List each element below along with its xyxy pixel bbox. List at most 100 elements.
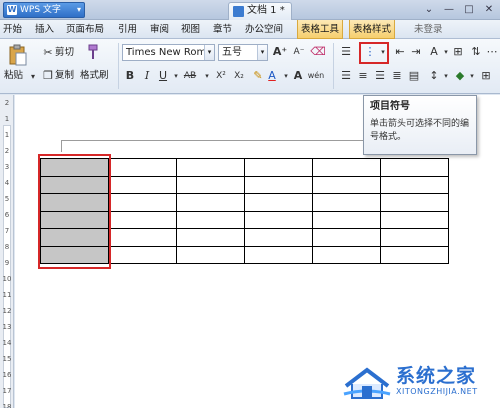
document-tab-label: 文档 1 * <box>247 5 285 16</box>
menu-chapter[interactable]: 章节 <box>213 20 232 39</box>
tooltip-title: 项目符号 <box>370 101 410 112</box>
table-cell[interactable] <box>244 228 313 247</box>
close-button[interactable]: ✕ <box>480 2 498 17</box>
ruler-tick-label: 14 <box>2 339 12 347</box>
increase-indent-icon[interactable]: ⇥ <box>408 44 424 60</box>
menu-insert[interactable]: 插入 <box>35 20 54 39</box>
menu-bar: 开始 插入 页面布局 引用 审阅 视图 章节 办公空间 表格工具 表格样式 未登… <box>0 20 500 39</box>
format-painter-button[interactable]: 格式刷 <box>80 69 109 83</box>
shrink-font-button[interactable]: A⁻ <box>291 44 307 60</box>
toolbar: 粘贴 ▾ ✂ 剪切 ❐ 复制 格式刷 Times New Roma ▾ 五号 ▾… <box>0 39 500 94</box>
table-cell[interactable] <box>380 210 449 229</box>
ruler-tick-label: 6 <box>4 211 10 219</box>
copy-button[interactable]: 复制 <box>55 69 74 83</box>
copy-icon[interactable]: ❐ <box>40 68 56 84</box>
paste-dropdown-icon[interactable]: ▾ <box>25 69 41 85</box>
table-cell[interactable] <box>380 193 449 212</box>
login-status[interactable]: 未登录 <box>414 20 443 39</box>
scissors-icon[interactable]: ✂ <box>40 45 56 61</box>
table-cell[interactable] <box>380 245 449 264</box>
bullet-list-icon[interactable]: ☰ <box>338 44 354 60</box>
cut-button[interactable]: 剪切 <box>55 46 74 60</box>
sort-icon[interactable]: ⇅ <box>468 44 484 60</box>
maximize-button[interactable]: □ <box>460 2 478 17</box>
table-cell[interactable] <box>108 158 177 177</box>
table-cell[interactable] <box>176 245 245 264</box>
table-cell[interactable] <box>244 245 313 264</box>
table-cell[interactable] <box>312 228 381 247</box>
decrease-indent-icon[interactable]: ⇤ <box>392 44 408 60</box>
chevron-down-icon[interactable]: ▾ <box>204 45 214 60</box>
table-cell[interactable] <box>176 158 245 177</box>
table-cell[interactable] <box>380 228 449 247</box>
ruler-tick-label: 3 <box>4 163 10 171</box>
toolbar-divider <box>333 43 334 89</box>
table-cell[interactable] <box>176 193 245 212</box>
ribbon-collapse-button[interactable]: ⌄ <box>420 2 438 17</box>
table-cell[interactable] <box>176 228 245 247</box>
table-cell[interactable] <box>312 193 381 212</box>
app-menu-button[interactable]: W WPS 文字 ▾ <box>3 2 85 18</box>
table-cell[interactable] <box>108 193 177 212</box>
align-left-icon[interactable]: ☰ <box>338 68 354 84</box>
format-painter-icon[interactable] <box>86 43 102 61</box>
chevron-down-icon[interactable]: ▾ <box>257 45 267 60</box>
minimize-button[interactable]: — <box>440 2 458 17</box>
menu-view[interactable]: 视图 <box>181 20 200 39</box>
menu-references[interactable]: 引用 <box>118 20 137 39</box>
table-cell[interactable] <box>312 210 381 229</box>
font-name-select[interactable]: Times New Roma ▾ <box>122 44 215 61</box>
table-cell[interactable] <box>108 245 177 264</box>
table-cell[interactable] <box>108 175 177 194</box>
table-cell[interactable] <box>108 228 177 247</box>
menu-table-style[interactable]: 表格样式 <box>349 20 396 39</box>
char-shading-icon[interactable]: A <box>290 68 306 84</box>
clear-format-icon[interactable]: ⌫ <box>310 44 326 60</box>
table-cell[interactable] <box>312 175 381 194</box>
align-right-icon[interactable]: ☰ <box>372 68 388 84</box>
menu-start[interactable]: 开始 <box>3 20 22 39</box>
table-cell[interactable] <box>108 210 177 229</box>
superscript-button[interactable]: X² <box>212 68 230 84</box>
bold-button[interactable]: B <box>122 68 138 84</box>
paste-icon[interactable] <box>8 44 28 66</box>
table-cell[interactable] <box>244 158 313 177</box>
menu-office-space[interactable]: 办公空间 <box>245 20 283 39</box>
menu-review[interactable]: 审阅 <box>150 20 169 39</box>
watermark-url: XITONGZHIJIA.NET <box>396 387 478 396</box>
table-cell[interactable] <box>176 175 245 194</box>
table-cell[interactable] <box>380 158 449 177</box>
table-grid-icon[interactable]: ⊞ <box>450 44 466 60</box>
paste-button-label[interactable]: 粘贴 <box>4 69 23 83</box>
numbering-highlight <box>359 42 389 64</box>
more-icon[interactable]: ⋯ <box>484 44 500 60</box>
borders-icon[interactable]: ⊞ <box>478 68 494 84</box>
ruler-tick-label: 9 <box>4 259 10 267</box>
align-center-icon[interactable]: ≡ <box>355 68 371 84</box>
strikethrough-button[interactable]: AB <box>180 68 200 84</box>
italic-button[interactable]: I <box>139 68 155 84</box>
document-tab[interactable]: 文档 1 * <box>228 2 292 20</box>
watermark-title: 系统之家 <box>396 365 477 387</box>
table-cell[interactable] <box>244 210 313 229</box>
distributed-icon[interactable]: ▤ <box>406 68 422 84</box>
document-icon <box>233 6 244 17</box>
site-watermark: 系统之家 XITONGZHIJIA.NET <box>340 356 498 404</box>
ruler-tick-label: 1 <box>4 115 10 123</box>
menu-page-layout[interactable]: 页面布局 <box>66 20 104 39</box>
subscript-button[interactable]: X₂ <box>230 68 248 84</box>
menu-table-tools[interactable]: 表格工具 <box>297 20 344 39</box>
ruler-tick-label: 5 <box>4 195 10 203</box>
ruler-tick-label: 8 <box>4 243 10 251</box>
grow-font-button[interactable]: A⁺ <box>272 44 288 60</box>
table-cell[interactable] <box>176 210 245 229</box>
tooltip-body: 单击箭头可选择不同的编号格式。 <box>370 119 470 142</box>
table-cell[interactable] <box>380 175 449 194</box>
table-cell[interactable] <box>244 175 313 194</box>
pinyin-guide-button[interactable]: wén <box>306 68 326 84</box>
table-cell[interactable] <box>244 193 313 212</box>
justify-icon[interactable]: ≣ <box>389 68 405 84</box>
font-size-select[interactable]: 五号 ▾ <box>218 44 268 61</box>
table-cell[interactable] <box>312 158 381 177</box>
table-cell[interactable] <box>312 245 381 264</box>
